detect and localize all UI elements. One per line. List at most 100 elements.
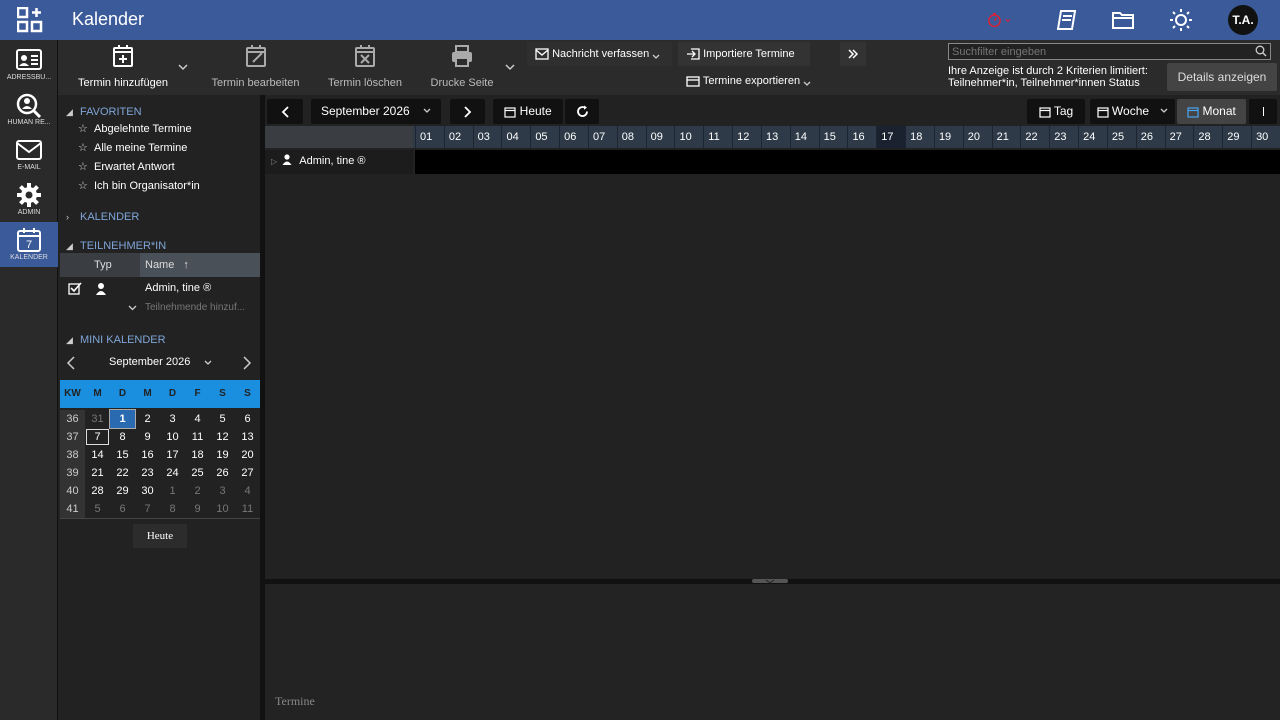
day-header-cell[interactable]: 12: [732, 126, 761, 148]
day-header-cell[interactable]: 06: [559, 126, 588, 148]
mini-calendar-day[interactable]: 13: [235, 428, 260, 446]
day-header-cell[interactable]: 17: [876, 126, 906, 148]
day-header-cell[interactable]: 15: [818, 126, 848, 148]
mini-calendar-day[interactable]: 2: [185, 482, 210, 500]
favorite-item[interactable]: ☆ Erwartet Antwort: [78, 160, 175, 173]
show-details-button[interactable]: Details anzeigen: [1167, 63, 1277, 91]
search-icon[interactable]: [1255, 45, 1267, 57]
resource-row[interactable]: ▷ Admin, tine ®: [265, 150, 1280, 174]
chevron-left-icon[interactable]: [66, 356, 76, 370]
mini-calendar-day[interactable]: 23: [135, 464, 160, 482]
mini-calendar-day[interactable]: 31: [85, 410, 110, 428]
add-participant-row[interactable]: Teilnehmende hinzuf...: [60, 298, 260, 318]
resource-timeline[interactable]: [415, 150, 1280, 174]
chevron-down-icon[interactable]: [204, 360, 212, 366]
view-menu-button[interactable]: [1249, 99, 1277, 124]
column-name[interactable]: Name ↑: [140, 253, 260, 277]
day-header-cell[interactable]: 30: [1251, 126, 1280, 148]
chevron-down-icon[interactable]: [128, 305, 137, 311]
mini-calendar-day[interactable]: 16: [135, 446, 160, 464]
add-participant-input[interactable]: Teilnehmende hinzuf...: [145, 298, 245, 318]
day-header-cell[interactable]: 27: [1164, 126, 1194, 148]
mini-calendar-day[interactable]: 17: [160, 446, 185, 464]
day-header-cell[interactable]: 13: [760, 126, 790, 148]
mini-calendar-day[interactable]: 20: [235, 446, 260, 464]
mini-calendar-day[interactable]: 18: [185, 446, 210, 464]
chevron-down-icon[interactable]: [178, 63, 188, 71]
week-number[interactable]: 36: [60, 410, 85, 428]
user-avatar[interactable]: T.A.: [1228, 5, 1258, 35]
mini-calendar-day[interactable]: 6: [110, 500, 135, 518]
edit-appointment-button[interactable]: Termin bearbeiten: [203, 44, 308, 92]
mini-calendar-day[interactable]: 26: [210, 464, 235, 482]
column-type[interactable]: Typ: [94, 253, 112, 277]
day-header-cell[interactable]: 22: [1020, 126, 1049, 148]
week-number[interactable]: 38: [60, 446, 85, 464]
day-header-cell[interactable]: 01: [415, 126, 444, 148]
nav-item-email[interactable]: E-MAIL: [0, 132, 58, 177]
day-header-cell[interactable]: 16: [847, 126, 876, 148]
mini-calendar-day[interactable]: 9: [185, 500, 210, 518]
view-day-button[interactable]: Tag: [1027, 99, 1085, 124]
day-header-cell[interactable]: 14: [789, 126, 819, 148]
week-number[interactable]: 37: [60, 428, 85, 446]
day-header-cell[interactable]: 26: [1135, 126, 1165, 148]
mini-calendar-day[interactable]: 1: [109, 409, 136, 429]
more-actions-button[interactable]: [840, 42, 866, 66]
prev-period-button[interactable]: [267, 99, 303, 124]
mini-calendar-day[interactable]: 7: [85, 428, 110, 446]
mini-calendar-day[interactable]: 7: [135, 500, 160, 518]
mini-calendar-day[interactable]: 28: [85, 482, 110, 500]
day-header-cell[interactable]: 08: [616, 126, 646, 148]
compose-message-button[interactable]: Nachricht verfassen: [527, 42, 672, 66]
view-month-button[interactable]: Monat: [1177, 99, 1246, 124]
export-appointments-button[interactable]: Termine exportieren: [678, 69, 823, 93]
mini-calendar-day[interactable]: 4: [185, 410, 210, 428]
mini-calendar-day[interactable]: 21: [85, 464, 110, 482]
day-header-cell[interactable]: 10: [674, 126, 703, 148]
day-header-cell[interactable]: 21: [991, 126, 1021, 148]
mini-calendar-header[interactable]: ◢ MINI KALENDER: [66, 334, 166, 346]
day-header-cell[interactable]: 20: [962, 126, 992, 148]
mini-calendar-day[interactable]: 5: [85, 500, 110, 518]
mini-calendar-day[interactable]: 3: [210, 482, 235, 500]
stopwatch-icon[interactable]: [986, 8, 1010, 32]
mini-calendar-day[interactable]: 15: [110, 446, 135, 464]
mini-calendar-day[interactable]: 11: [235, 500, 260, 518]
mini-calendar-day[interactable]: 1: [160, 482, 185, 500]
mini-calendar-day[interactable]: 5: [210, 410, 235, 428]
day-header-cell[interactable]: 05: [530, 126, 559, 148]
calendar-section-header[interactable]: › KALENDER: [66, 211, 139, 223]
apps-grid-icon[interactable]: [17, 7, 43, 33]
mini-calendar-day[interactable]: 22: [110, 464, 135, 482]
day-header-cell[interactable]: 18: [905, 126, 934, 148]
mini-calendar-day[interactable]: 14: [85, 446, 110, 464]
day-header-cell[interactable]: 03: [472, 126, 502, 148]
next-period-button[interactable]: [450, 99, 485, 124]
sun-icon[interactable]: [1169, 8, 1193, 32]
participants-header[interactable]: ◢ TEILNEHMER*IN: [66, 240, 166, 252]
mini-calendar-day[interactable]: 30: [135, 482, 160, 500]
week-number[interactable]: 39: [60, 464, 85, 482]
nav-item-addressbook[interactable]: ADRESSBU...: [0, 42, 58, 87]
day-header-cell[interactable]: 29: [1222, 126, 1251, 148]
favorite-item[interactable]: ☆ Abgelehnte Termine: [78, 122, 192, 135]
month-select[interactable]: September 2026: [311, 99, 441, 124]
today-button[interactable]: Heute: [493, 99, 563, 124]
day-header-cell[interactable]: 11: [703, 126, 732, 148]
mini-calendar-day[interactable]: 24: [160, 464, 185, 482]
folder-icon[interactable]: [1111, 8, 1135, 32]
day-header-cell[interactable]: 28: [1193, 126, 1222, 148]
week-number[interactable]: 40: [60, 482, 85, 500]
print-page-button[interactable]: Drucke Seite: [422, 44, 502, 92]
checkbox-checked-icon[interactable]: [68, 282, 82, 295]
favorite-item[interactable]: ☆ Ich bin Organisator*in: [78, 179, 200, 192]
mini-calendar-day[interactable]: 8: [110, 428, 135, 446]
book-icon[interactable]: [1055, 8, 1079, 32]
day-header-cell[interactable]: 25: [1106, 126, 1136, 148]
mini-calendar-day[interactable]: 10: [210, 500, 235, 518]
chevron-down-icon[interactable]: [505, 63, 515, 71]
mini-calendar-month[interactable]: September 2026: [109, 356, 190, 368]
expand-triangle-icon[interactable]: ▷: [271, 157, 277, 166]
mini-calendar-day[interactable]: 29: [110, 482, 135, 500]
